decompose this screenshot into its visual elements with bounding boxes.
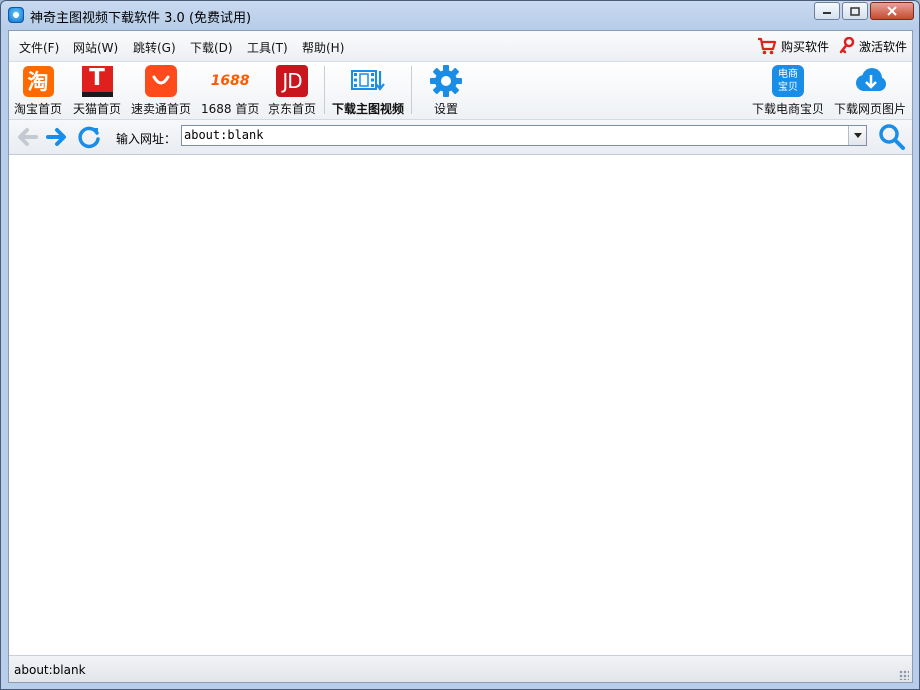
forward-arrow-icon[interactable] [44,124,70,150]
cloud-download-icon [853,64,887,98]
taobao-home-label: 淘宝首页 [14,102,63,116]
taobao-icon: 淘 [21,64,55,98]
download-video-button[interactable]: 下载主图视频 [332,64,404,117]
activate-software-label: 激活软件 [859,39,908,54]
chevron-down-icon [853,133,862,138]
download-ecommerce-item-label: 下载电商宝贝 [752,102,825,116]
close-button[interactable] [870,2,914,20]
refresh-icon[interactable] [76,124,102,150]
key-icon [839,37,855,54]
maximize-button[interactable] [842,2,868,20]
jd-home-button[interactable]: JD 京东首页 [268,64,316,117]
toolbar-separator [324,66,325,114]
address-label: 输入网址： [116,132,177,146]
app-icon [8,7,24,23]
menu-file[interactable]: 文件(F) [19,39,59,56]
menu-help[interactable]: 帮助(H) [302,39,344,56]
1688-icon: 1688 [210,64,250,98]
app-window: 神奇主图视频下载软件 3.0 (免费试用) 文件(F) 网站(W) 跳转(G) … [0,0,920,690]
client-area: 文件(F) 网站(W) 跳转(G) 下载(D) 工具(T) 帮助(H) 购买软件… [8,30,913,683]
1688-home-label: 1688 首页 [201,102,260,116]
1688-icon-text: 1688 [210,73,250,89]
status-bar: about:blank [9,655,912,682]
window-controls [814,2,914,20]
tmall-home-label: 天猫首页 [73,102,122,116]
title-bar[interactable]: 神奇主图视频下载软件 3.0 (免费试用) [1,1,919,29]
jd-icon-text: JD [276,65,308,97]
jd-icon: JD [275,64,309,98]
aliexpress-home-button[interactable]: 速卖通首页 [131,64,191,117]
buy-software-button[interactable]: 购买软件 [757,37,829,55]
aliexpress-icon [144,64,178,98]
menu-website[interactable]: 网站(W) [73,39,118,56]
back-arrow-icon[interactable] [14,124,40,150]
gear-icon [429,64,463,98]
toolbar-separator [411,66,412,114]
resize-grip[interactable] [899,670,909,680]
ecommerce-item-icon-text: 电商 宝贝 [772,65,804,97]
download-ecommerce-item-button[interactable]: 电商 宝贝 下载电商宝贝 [752,64,824,117]
maximize-icon [850,6,860,16]
address-value: about:blank [184,128,264,142]
shopping-cart-icon [758,37,777,55]
film-download-icon [351,64,385,98]
download-video-label: 下载主图视频 [332,102,405,116]
menu-bar: 文件(F) 网站(W) 跳转(G) 下载(D) 工具(T) 帮助(H) 购买软件… [9,31,912,62]
taobao-icon-text: 淘 [22,65,54,97]
address-dropdown-button[interactable] [848,126,866,145]
minimize-button[interactable] [814,2,840,20]
window-title: 神奇主图视频下载软件 3.0 (免费试用) [30,11,252,26]
toolbar: 淘 淘宝首页 T 天猫首页 速卖通首页 1688 1688 首页 JD 京东首页… [9,62,912,120]
download-web-images-label: 下载网页图片 [834,102,907,116]
taobao-home-button[interactable]: 淘 淘宝首页 [14,64,62,117]
tmall-icon-text: T [89,65,105,91]
navigation-bar: 输入网址： about:blank [9,120,912,155]
menu-tools[interactable]: 工具(T) [247,39,288,56]
browser-content[interactable] [9,155,912,655]
menu-goto[interactable]: 跳转(G) [133,39,176,56]
settings-button[interactable]: 设置 [429,64,463,117]
close-icon [887,6,897,16]
address-input[interactable]: about:blank [181,125,867,146]
minimize-icon [823,12,831,14]
1688-home-button[interactable]: 1688 1688 首页 [201,64,259,117]
menu-download[interactable]: 下载(D) [190,39,233,56]
download-web-images-button[interactable]: 下载网页图片 [834,64,906,117]
search-icon[interactable] [878,123,906,151]
tmall-icon-box: T [81,65,113,97]
ecommerce-item-icon: 电商 宝贝 [771,64,805,98]
jd-home-label: 京东首页 [268,102,317,116]
tmall-icon: T [80,64,114,98]
settings-label: 设置 [433,102,458,116]
aliexpress-home-label: 速卖通首页 [131,102,192,116]
buy-software-label: 购买软件 [781,39,830,54]
tmall-home-button[interactable]: T 天猫首页 [73,64,121,117]
status-text: about:blank [14,663,86,677]
activate-software-button[interactable]: 激活软件 [839,37,907,55]
